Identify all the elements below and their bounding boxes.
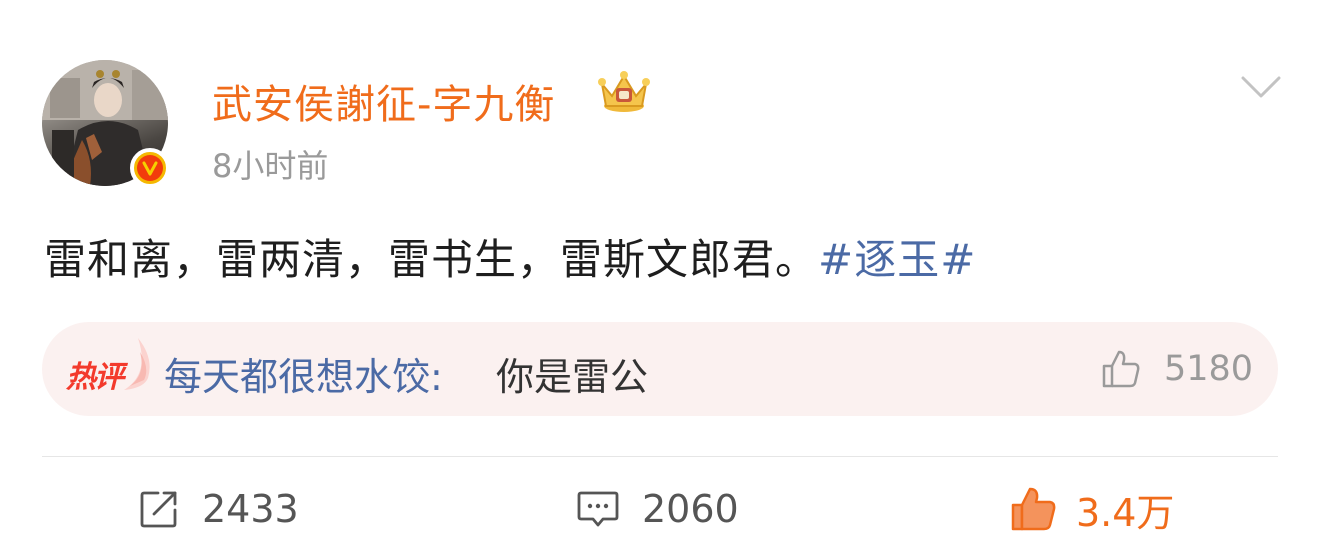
hot-comment-user[interactable]: 每天都很想水饺:	[164, 346, 443, 401]
post-content: 雷和离，雷两清，雷书生，雷斯文郎君。#逐玉#	[44, 226, 976, 287]
comment-count: 2060	[642, 487, 739, 531]
chevron-down-icon[interactable]	[1240, 74, 1282, 106]
like-count: 3.4万	[1076, 490, 1175, 535]
post-text: 雷和离，雷两清，雷书生，雷斯文郎君。	[44, 235, 819, 284]
post-timestamp: 8小时前	[212, 147, 329, 185]
hot-comment-label: 热评	[66, 360, 124, 395]
username-link[interactable]: 武安侯謝征-字九衡	[212, 72, 555, 130]
divider	[42, 456, 1278, 457]
weibo-post-card: 武安侯謝征-字九衡 8小时前 雷和离，雷两清，雷书生，雷斯文郎君。#逐玉# 热评…	[0, 0, 1320, 560]
like-button[interactable]: 3.4万	[1010, 484, 1175, 535]
flame-icon	[120, 334, 154, 398]
comment-button[interactable]: 2060	[576, 484, 739, 534]
hot-comment-text: 你是雷公	[496, 355, 649, 399]
avatar[interactable]	[42, 60, 170, 188]
hot-comment-like-count: 5180	[1164, 349, 1254, 389]
hashtag-link[interactable]: #逐玉#	[818, 235, 976, 284]
verified-badge	[130, 148, 170, 188]
comment-icon	[577, 491, 619, 527]
v-verified-icon	[137, 155, 163, 181]
repost-button[interactable]: 2433	[138, 484, 299, 534]
repost-icon	[140, 491, 177, 528]
thumbs-up-filled-icon	[1011, 487, 1056, 531]
hot-comment[interactable]: 热评 每天都很想水饺: 你是雷公 5180	[42, 322, 1278, 416]
thumbs-up-icon[interactable]	[1100, 348, 1142, 394]
repost-count: 2433	[202, 487, 299, 531]
crown-icon	[596, 70, 652, 118]
